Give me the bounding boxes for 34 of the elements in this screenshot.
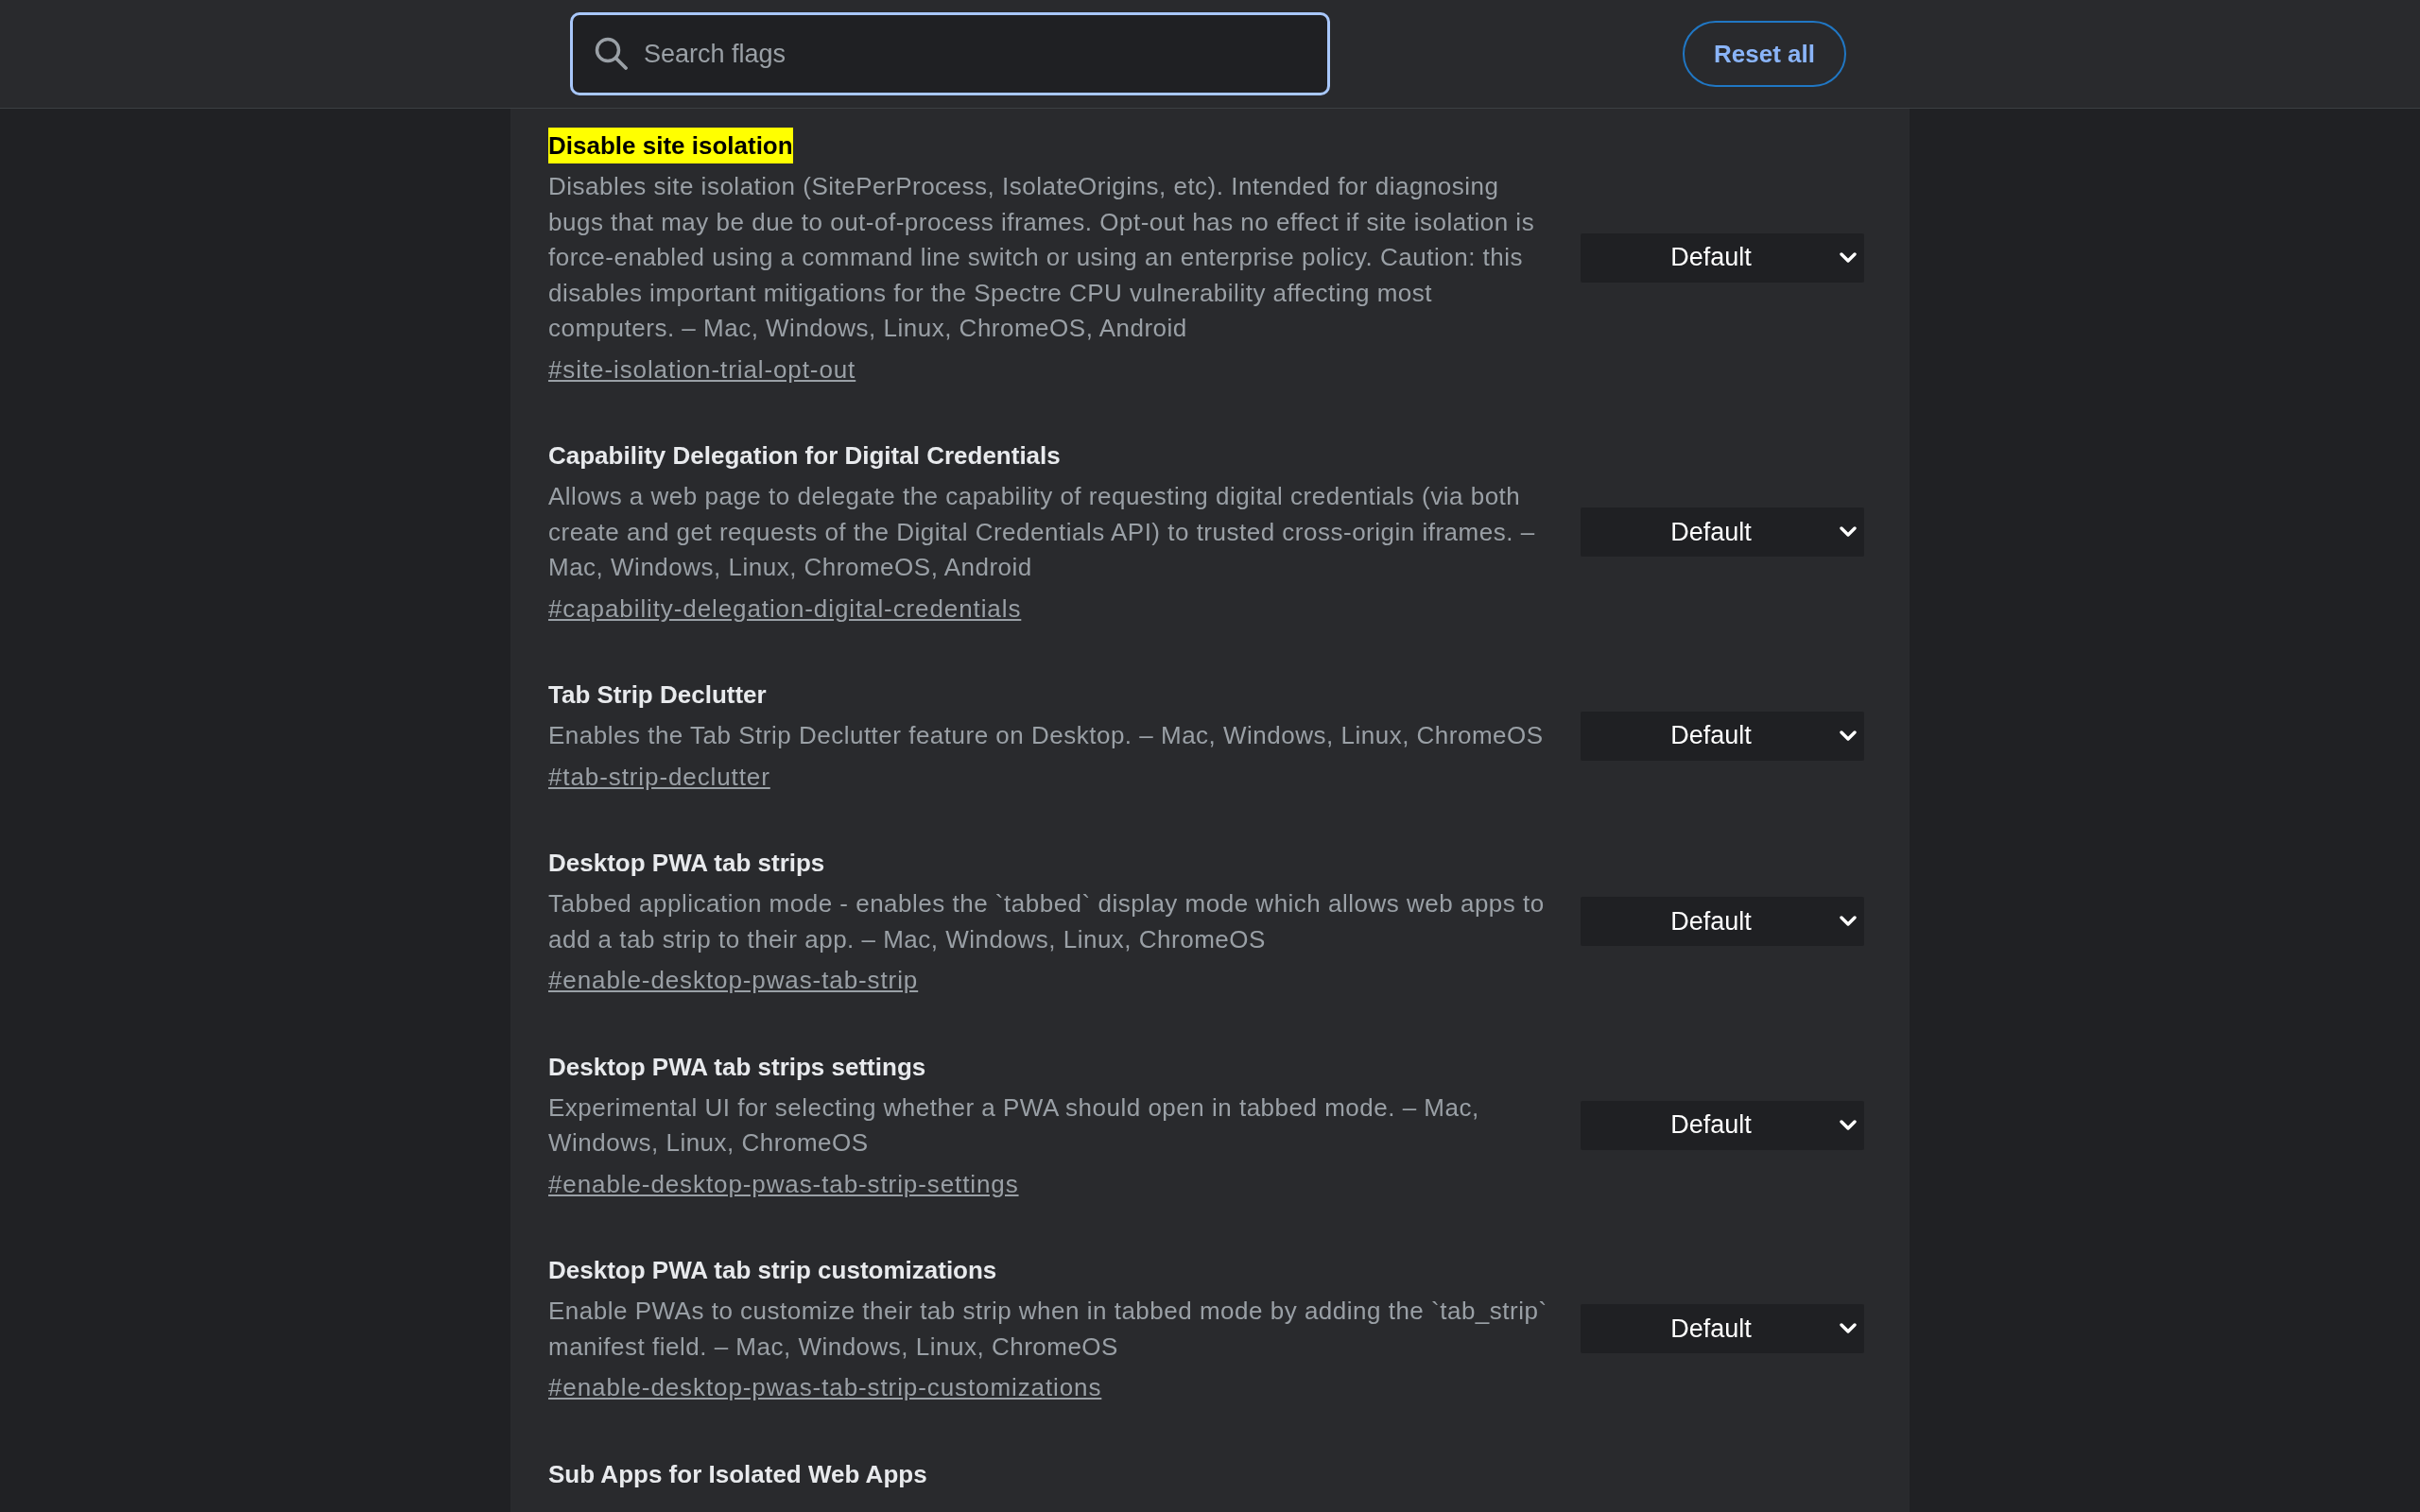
chevron-down-icon	[1840, 1323, 1857, 1335]
flag-description: Allows a web page to delegate the capability of requesting digital credentials (via both create and get requests of the Digital Credentials API) to trusted cross-origin iframes. – Mac, Windows, Linux, ChromeOS, Android	[548, 481, 1536, 583]
option-select[interactable]: Default	[1581, 897, 1864, 947]
chevron-down-icon	[1840, 251, 1857, 264]
flag-title: Tab Strip Declutter	[548, 679, 767, 711]
flag-description: Experimental UI for selecting whether a PWA should open in tabbed mode. – Mac, Windows, Linux, ChromeOS	[548, 1091, 1480, 1159]
flag-description: Enables the Tab Strip Declutter feature on Desktop. – Mac, Windows, Linux, ChromeOS	[548, 720, 1545, 751]
flag-title: Desktop PWA tab strips	[548, 848, 825, 879]
flag-link[interactable]: #enable-desktop-pwas-tab-strip	[548, 963, 919, 999]
search-field[interactable]: Search flags	[570, 12, 1330, 95]
flag-link[interactable]: #tab-strip-declutter	[548, 759, 770, 795]
flag-title: Sub Apps for Isolated Web Apps	[548, 1458, 927, 1490]
option-select[interactable]: Default	[1581, 1304, 1864, 1354]
flag-title: Desktop PWA tab strip customizations	[548, 1255, 997, 1286]
flag-link[interactable]: #enable-desktop-pwas-tab-strip-settings	[548, 1166, 1019, 1202]
chevron-down-icon	[1840, 1119, 1857, 1131]
option-select[interactable]: Default	[1581, 711, 1864, 761]
flag-link[interactable]: #site-isolation-trial-opt-out	[548, 352, 856, 387]
reset-all-button[interactable]: Reset all	[1683, 21, 1846, 87]
flag-link[interactable]: #capability-delegation-digital-credentials	[548, 591, 1022, 627]
option-select[interactable]: Default	[1581, 507, 1864, 557]
option-select[interactable]: Default	[1581, 1100, 1864, 1150]
chevron-down-icon	[1840, 730, 1857, 742]
search-icon	[595, 37, 628, 70]
chevron-down-icon	[1840, 526, 1857, 538]
option-select[interactable]: Default	[1581, 232, 1864, 283]
flag-title: Capability Delegation for Digital Credentials	[548, 440, 1061, 472]
flag-title: Disable site isolation	[548, 128, 793, 163]
flag-title: Desktop PWA tab strips settings	[548, 1051, 926, 1083]
flag-link[interactable]: #enable-desktop-pwas-tab-strip-customizations	[548, 1370, 1102, 1406]
flag-description: Tabbed application mode - enables the `tabbed` display mode which allows web apps to add a tab strip to their app. – Mac, Windows, Linux, ChromeOS	[548, 888, 1546, 955]
flag-description: Disables site isolation (SitePerProcess, IsolateOrigins, etc). Intended for diagnosing bugs that may be due to out-of-process iframes. Opt-out has no effect if site isolation is force-enabled using a command line switch or using an enterprise policy. Caution: this disables important mitigations for the Spectre CPU vulnerability affecting most computers. – Mac, Windows, Linux, ChromeOS, Android	[548, 171, 1536, 344]
flag-description: Enable PWAs to customize their tab strip when in tabbed mode by adding the `tab_strip` manifest field. – Mac, Windows, Linux, ChromeOS	[548, 1296, 1548, 1363]
chevron-down-icon	[1840, 916, 1857, 928]
